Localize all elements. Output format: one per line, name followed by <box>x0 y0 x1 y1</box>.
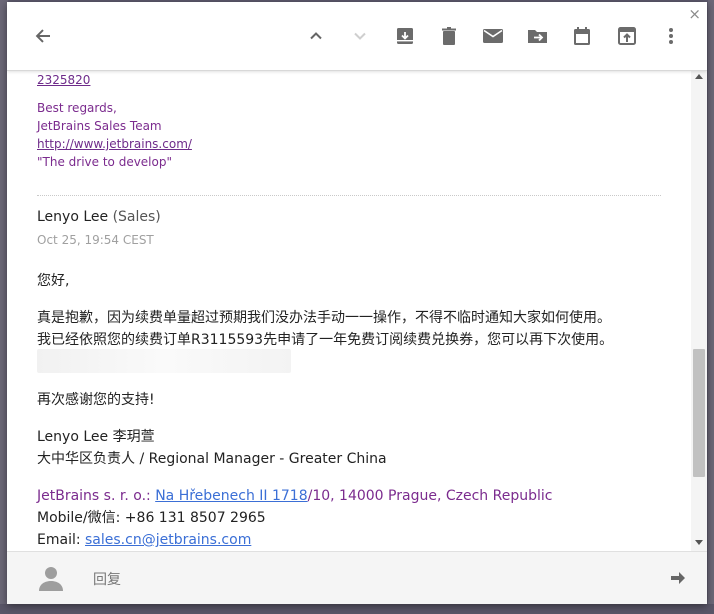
body-line-1: 真是抱歉，因为续费单量超过预期我们没办法手动一一操作，不得不临时通知大家如何使用… <box>37 310 611 326</box>
desktop-background-bottom <box>0 604 714 614</box>
sender-name: Lenyo Lee <box>37 209 109 225</box>
scrollbar-thumb[interactable] <box>693 349 705 477</box>
trash-icon[interactable] <box>437 24 461 48</box>
sender-role: (Sales) <box>112 209 161 225</box>
email-window: × 2325820 Best regards, JetBrains Sales … <box>7 2 707 604</box>
scroll-down-arrow-icon[interactable] <box>695 540 703 545</box>
close-icon[interactable]: × <box>688 6 701 22</box>
sender-header[interactable]: Lenyo Lee (Sales) <box>37 209 161 225</box>
toolbar <box>7 2 707 71</box>
desktop-background-right <box>708 0 714 614</box>
email-label: Email: <box>37 532 86 548</box>
email-link[interactable]: sales.cn@jetbrains.com <box>85 532 251 548</box>
address-rest: /10, 14000 Prague, Czech Republic <box>307 488 553 504</box>
archive-icon[interactable] <box>393 24 417 48</box>
thanks-text: 再次感谢您的支持! <box>37 392 155 408</box>
company-name: JetBrains s. r. o.: <box>37 488 151 504</box>
message-divider <box>37 195 661 196</box>
more-vert-icon[interactable] <box>659 24 683 48</box>
scrollbar-track[interactable] <box>691 71 707 553</box>
regards-text: Best regards, <box>37 101 117 115</box>
signature-name: Lenyo Lee 李玥萱 <box>37 429 155 445</box>
team-text: JetBrains Sales Team <box>37 119 162 133</box>
calendar-icon[interactable] <box>570 24 594 48</box>
mail-icon[interactable] <box>481 24 505 48</box>
message-date: Oct 25, 19:54 CEST <box>37 233 154 247</box>
forward-arrow-icon[interactable] <box>669 569 687 591</box>
signature-title: 大中华区负责人 / Regional Manager - Greater Chi… <box>37 451 387 467</box>
back-arrow-icon[interactable] <box>31 24 55 48</box>
scroll-up-arrow-icon[interactable] <box>695 74 703 79</box>
slogan-text: "The drive to develop" <box>37 155 172 169</box>
redacted-content <box>37 349 291 373</box>
open-in-new-icon[interactable] <box>615 24 639 48</box>
chevron-down-icon[interactable] <box>348 24 372 48</box>
address-link[interactable]: Na Hřebenech II 1718 <box>155 488 307 504</box>
company-address: JetBrains s. r. o.: Na Hřebenech II 1718… <box>37 485 552 507</box>
mobile-text: Mobile/微信: +86 131 8507 2965 <box>37 510 266 526</box>
move-to-icon[interactable] <box>526 24 550 48</box>
email-line: Email: sales.cn@jetbrains.com <box>37 529 251 551</box>
phone-link[interactable]: 2325820 <box>37 71 90 89</box>
body-line-2: 我已经依照您的续费订单R3115593先申请了一年免费订阅续费兑换券，您可以再下… <box>37 332 614 348</box>
reply-input[interactable]: 回复 <box>93 569 121 589</box>
chevron-up-icon[interactable] <box>304 24 328 48</box>
message-content: 2325820 Best regards, JetBrains Sales Te… <box>7 71 691 553</box>
website-link[interactable]: http://www.jetbrains.com/ <box>37 135 192 153</box>
greeting-text: 您好, <box>37 273 70 289</box>
reply-bar[interactable]: 回复 <box>7 551 707 604</box>
avatar-icon <box>37 564 65 592</box>
